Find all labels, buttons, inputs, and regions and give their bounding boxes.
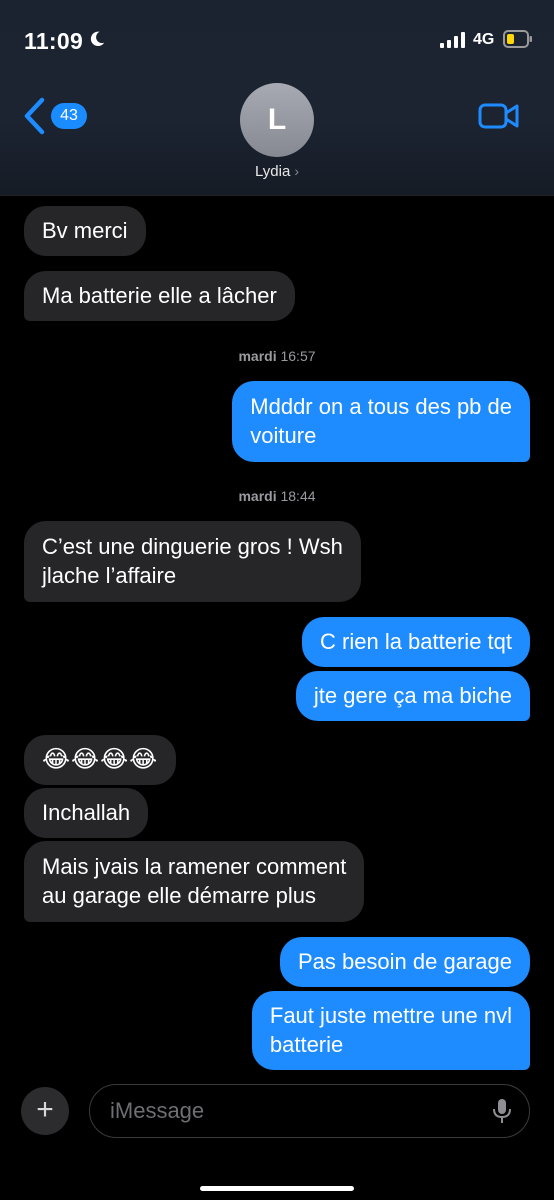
unread-count-badge[interactable]: 43 bbox=[51, 103, 87, 129]
message-text: Pas besoin de garage bbox=[297, 949, 512, 974]
message-text-line: au garage elle démarre plus bbox=[42, 883, 316, 908]
status-time: 11:09 bbox=[24, 28, 84, 54]
message-text: Ma batterie elle a lâcher bbox=[42, 283, 277, 308]
message-text: Inchallah bbox=[42, 800, 131, 825]
message-text: C rien la batterie tqt bbox=[320, 629, 512, 654]
moon-icon bbox=[90, 31, 105, 47]
message-bubble-outgoing[interactable]: Pas besoin de garage bbox=[279, 937, 530, 987]
chevron-left-icon[interactable] bbox=[20, 96, 48, 136]
input-placeholder: iMessage bbox=[110, 1098, 205, 1123]
apps-plus-button[interactable]: + bbox=[21, 1087, 69, 1135]
chevron-right-icon: › bbox=[294, 163, 299, 179]
message-bubble-outgoing[interactable]: Faut juste mettre une nvl batterie bbox=[251, 991, 530, 1070]
message-text-line: Mais jvais la ramener comment bbox=[42, 854, 347, 879]
contact-name[interactable]: Lydia › bbox=[0, 163, 554, 180]
avatar[interactable]: L bbox=[240, 83, 314, 157]
microphone-icon[interactable] bbox=[491, 1098, 513, 1124]
message-text-line: Mdddr on a tous des pb de bbox=[250, 394, 512, 419]
message-text-line: jlache l’affaire bbox=[42, 563, 177, 588]
video-camera-icon[interactable] bbox=[478, 102, 520, 130]
timestamp: mardi 18:44 bbox=[0, 488, 554, 504]
message-text-line: C’est une dinguerie gros ! Wsh bbox=[42, 534, 343, 559]
timestamp: mardi 16:57 bbox=[0, 348, 554, 364]
message-bubble-incoming[interactable]: Inchallah bbox=[24, 788, 149, 838]
imessage-input[interactable]: iMessage bbox=[89, 1084, 530, 1138]
message-bubble-outgoing[interactable]: Mdddr on a tous des pb de voiture bbox=[232, 381, 530, 462]
network-type: 4G bbox=[473, 31, 495, 48]
timestamp-time: 18:44 bbox=[280, 488, 316, 504]
message-bubble-outgoing[interactable]: C rien la batterie tqt bbox=[302, 617, 530, 667]
timestamp-day: mardi bbox=[238, 488, 277, 504]
message-bubble-outgoing[interactable]: jte gere ça ma biche bbox=[295, 671, 530, 721]
contact-name-label: Lydia bbox=[255, 163, 291, 180]
message-bubble-incoming[interactable]: C’est une dinguerie gros ! Wsh jlache l’… bbox=[24, 521, 361, 602]
message-text: Bv merci bbox=[42, 218, 128, 243]
home-indicator[interactable] bbox=[200, 1186, 354, 1191]
message-text-line: batterie bbox=[269, 1032, 344, 1057]
message-text-line: voiture bbox=[250, 423, 317, 448]
conversation-header: 11:09 4G 43 L Lydia › bbox=[0, 0, 554, 196]
message-bubble-incoming[interactable]: 😂😂😂😂 bbox=[24, 735, 177, 785]
timestamp-day: mardi bbox=[238, 348, 277, 364]
message-bubble-incoming[interactable]: Bv merci bbox=[24, 206, 146, 256]
message-text: jte gere ça ma biche bbox=[313, 683, 512, 708]
battery-low-icon bbox=[503, 30, 532, 48]
timestamp-time: 16:57 bbox=[280, 348, 316, 364]
cellular-signal-icon bbox=[440, 32, 465, 48]
message-bubble-incoming[interactable]: Mais jvais la ramener comment au garage … bbox=[24, 841, 365, 922]
emoji-message: 😂😂😂😂 bbox=[42, 746, 159, 773]
message-bubble-incoming[interactable]: Ma batterie elle a lâcher bbox=[24, 271, 295, 321]
message-text-line: Faut juste mettre une nvl bbox=[269, 1003, 512, 1028]
